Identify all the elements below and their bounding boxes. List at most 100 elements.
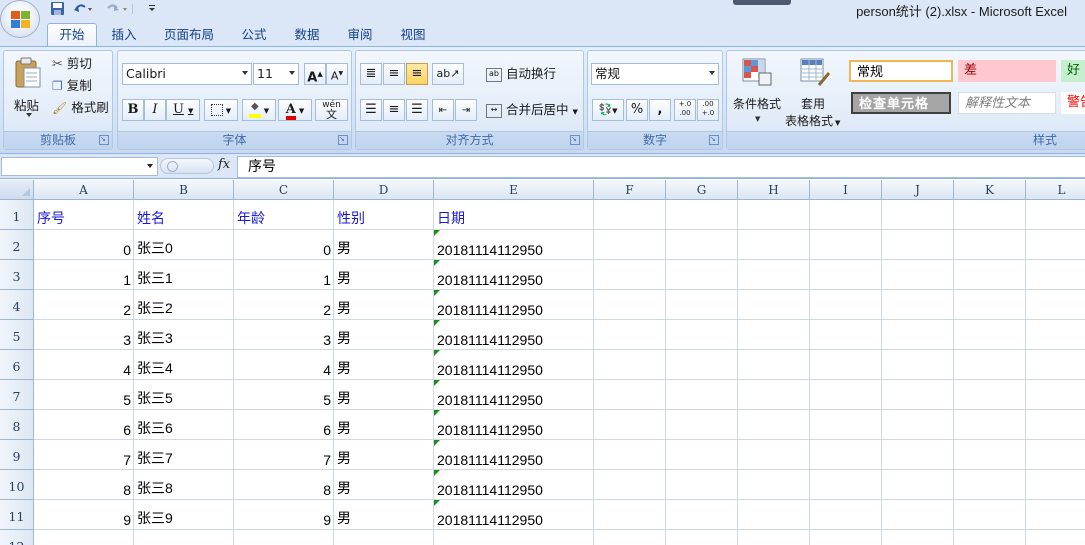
data-cell[interactable]: 9 — [34, 500, 134, 529]
data-cell[interactable]: 4 — [234, 350, 334, 379]
data-cell[interactable]: 0 — [234, 230, 334, 259]
data-cell[interactable]: 男 — [334, 260, 434, 289]
tab-review[interactable]: 审阅 — [340, 24, 380, 46]
select-all-button[interactable] — [0, 180, 34, 200]
alignment-launcher-icon[interactable]: ↘ — [570, 135, 580, 145]
row-header-8[interactable]: 8 — [0, 410, 34, 440]
conditional-format-button[interactable]: 条件格式 ▼ — [731, 55, 783, 127]
font-launcher-icon[interactable]: ↘ — [338, 135, 348, 145]
formula-input[interactable]: 序号 — [237, 156, 1085, 178]
row-header-4[interactable]: 4 — [0, 290, 34, 320]
chevron-down-icon[interactable] — [147, 164, 153, 168]
data-cell[interactable]: 张三8 — [134, 470, 234, 499]
row-header-2[interactable]: 2 — [0, 230, 34, 260]
column-header-h[interactable]: H — [738, 180, 810, 200]
column-header-b[interactable]: B — [134, 180, 234, 200]
data-cell[interactable]: 20181114112950 — [434, 260, 594, 289]
row-header-3[interactable]: 3 — [0, 260, 34, 290]
column-header-l[interactable]: L — [1026, 180, 1085, 200]
header-cell[interactable]: 序号 — [34, 200, 134, 229]
row-header-1[interactable]: 1 — [0, 200, 34, 230]
column-header-f[interactable]: F — [594, 180, 666, 200]
data-cell[interactable]: 张三1 — [134, 260, 234, 289]
align-top-button[interactable]: ≣ — [360, 63, 382, 85]
row-header-6[interactable]: 6 — [0, 350, 34, 380]
data-cell[interactable]: 20181114112950 — [434, 290, 594, 319]
cut-button[interactable]: ✂ 剪切 — [52, 53, 92, 75]
data-cell[interactable]: 7 — [234, 440, 334, 469]
formula-bar-expander[interactable] — [160, 158, 214, 174]
data-cell[interactable]: 张三5 — [134, 380, 234, 409]
data-cell[interactable]: 4 — [34, 350, 134, 379]
clipboard-launcher-icon[interactable]: ↘ — [99, 135, 109, 145]
align-right-button[interactable]: ☰ — [406, 99, 428, 121]
qat-redo-icon[interactable] — [105, 1, 139, 17]
column-header-a[interactable]: A — [34, 180, 134, 200]
font-name-combo[interactable]: Calibri — [122, 63, 252, 85]
data-cell[interactable]: 6 — [34, 410, 134, 439]
data-cell[interactable]: 张三6 — [134, 410, 234, 439]
column-header-g[interactable]: G — [666, 180, 738, 200]
data-cell[interactable]: 0 — [34, 230, 134, 259]
data-cell[interactable]: 男 — [334, 380, 434, 409]
data-cell[interactable]: 20181114112950 — [434, 470, 594, 499]
decrease-indent-button[interactable]: ⇤ — [432, 99, 454, 121]
tab-insert[interactable]: 插入 — [104, 24, 144, 46]
data-cell[interactable]: 2 — [234, 290, 334, 319]
data-cell[interactable]: 1 — [34, 260, 134, 289]
row-header-9[interactable]: 9 — [0, 440, 34, 470]
data-cell[interactable]: 张三7 — [134, 440, 234, 469]
column-header-i[interactable]: I — [810, 180, 882, 200]
tab-page-layout[interactable]: 页面布局 — [157, 24, 221, 46]
border-button[interactable]: ▼ — [204, 99, 238, 121]
row-header-11[interactable]: 11 — [0, 500, 34, 530]
format-as-table-button[interactable]: 套用 表格格式 ▼ — [785, 55, 845, 128]
orientation-button[interactable]: ab↗ — [432, 63, 464, 85]
data-cell[interactable]: 7 — [34, 440, 134, 469]
number-launcher-icon[interactable]: ↘ — [709, 135, 719, 145]
qat-customize-icon[interactable] — [147, 1, 157, 17]
comma-button[interactable]: , — [649, 99, 671, 121]
header-cell[interactable]: 姓名 — [134, 200, 234, 229]
align-center-button[interactable]: ≡ — [383, 99, 405, 121]
italic-button[interactable]: I — [144, 99, 166, 121]
tab-formulas[interactable]: 公式 — [234, 24, 274, 46]
style-check-cell[interactable]: 检查单元格 — [851, 92, 951, 114]
qat-undo-icon[interactable] — [72, 1, 94, 17]
data-cell[interactable]: 5 — [234, 380, 334, 409]
phonetic-button[interactable]: wén 文 — [315, 99, 348, 121]
column-header-c[interactable]: C — [234, 180, 334, 200]
data-cell[interactable]: 20181114112950 — [434, 230, 594, 259]
column-header-k[interactable]: K — [954, 180, 1026, 200]
font-size-combo[interactable]: 11 — [253, 63, 299, 85]
row-header-7[interactable]: 7 — [0, 380, 34, 410]
data-cell[interactable]: 8 — [234, 470, 334, 499]
data-cell[interactable]: 20181114112950 — [434, 500, 594, 529]
office-button[interactable] — [0, 0, 40, 38]
decrease-decimal-button[interactable]: .00 +.0 — [697, 99, 719, 121]
data-cell[interactable]: 男 — [334, 290, 434, 319]
qat-save-icon[interactable] — [50, 1, 65, 17]
data-cell[interactable]: 张三4 — [134, 350, 234, 379]
style-explanatory[interactable]: 解释性文本 — [958, 92, 1056, 114]
align-middle-button[interactable]: ≡ — [383, 63, 405, 85]
wrap-text-button[interactable]: ab 自动换行 — [486, 63, 556, 85]
copy-button[interactable]: ❐ 复制 — [52, 75, 92, 97]
data-cell[interactable]: 1 — [234, 260, 334, 289]
data-cell[interactable]: 男 — [334, 440, 434, 469]
align-left-button[interactable]: ☰ — [360, 99, 382, 121]
data-cell[interactable]: 6 — [234, 410, 334, 439]
header-cell[interactable]: 性别 — [334, 200, 434, 229]
data-cell[interactable]: 5 — [34, 380, 134, 409]
shrink-font-button[interactable]: A▼ — [326, 63, 348, 85]
column-header-d[interactable]: D — [334, 180, 434, 200]
fill-color-button[interactable]: ◆ ▼ — [242, 99, 276, 121]
header-cell[interactable]: 年龄 — [234, 200, 334, 229]
data-cell[interactable]: 男 — [334, 500, 434, 529]
font-color-button[interactable]: A ▼ — [278, 99, 312, 121]
align-bottom-button[interactable]: ≡ — [406, 63, 428, 85]
increase-decimal-button[interactable]: +.0 .00 — [674, 99, 696, 121]
insert-function-button[interactable]: fx — [218, 157, 230, 172]
number-format-combo[interactable]: 常规 — [591, 63, 719, 85]
tab-view[interactable]: 视图 — [393, 24, 433, 46]
